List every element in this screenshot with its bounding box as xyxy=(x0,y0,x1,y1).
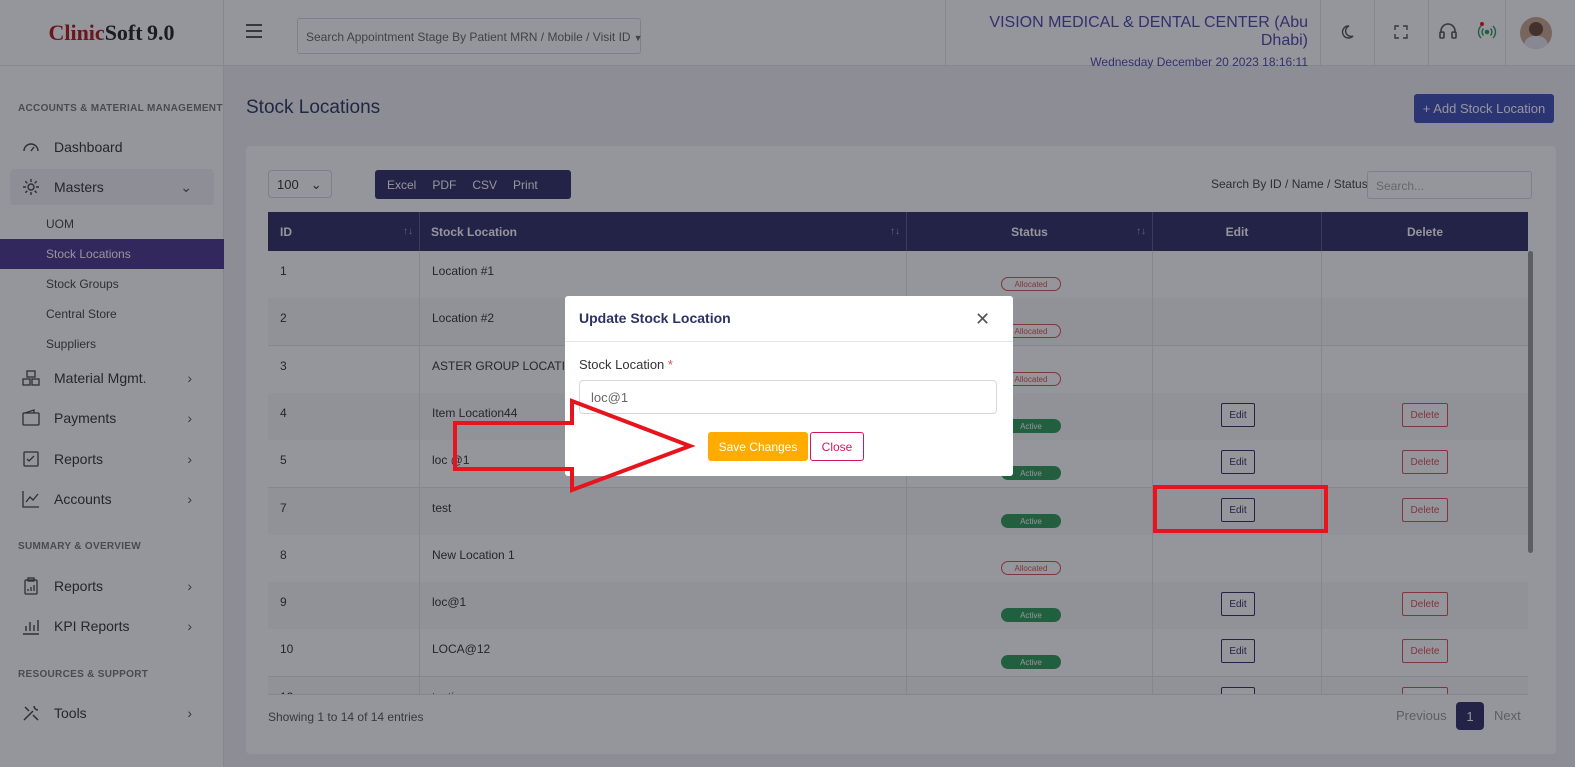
stock-location-label-text: Stock Location xyxy=(579,357,665,372)
modal-title: Update Stock Location xyxy=(579,310,731,326)
close-icon[interactable]: ✕ xyxy=(975,309,990,330)
save-changes-button[interactable]: Save Changes xyxy=(708,432,808,461)
modal-divider xyxy=(565,341,1013,342)
close-button[interactable]: Close xyxy=(810,432,864,461)
update-stock-location-modal: Update Stock Location ✕ Stock Location *… xyxy=(565,296,1013,476)
stock-location-input[interactable] xyxy=(579,380,997,414)
required-mark: * xyxy=(667,357,673,372)
stock-location-label: Stock Location * xyxy=(579,357,673,372)
